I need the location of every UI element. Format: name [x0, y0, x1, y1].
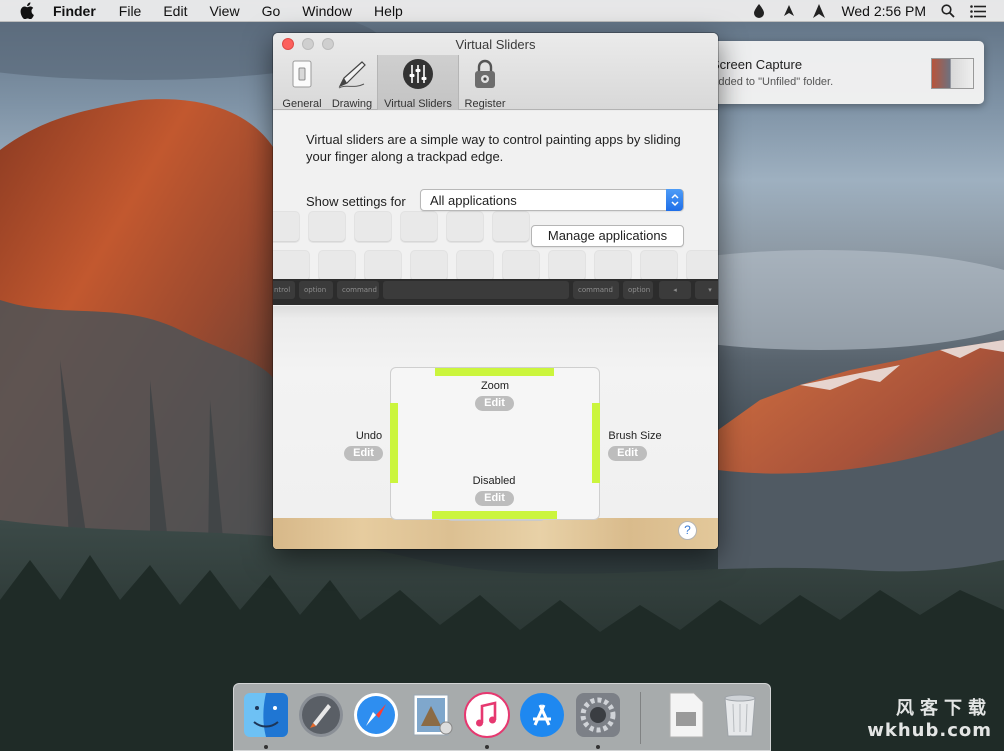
slider-bottom-label: Disabled: [472, 475, 516, 487]
key-command-left: command: [337, 281, 379, 299]
trash-icon: [720, 692, 760, 741]
virtual-sliders-window: Virtual Sliders General Drawing Virtual …: [273, 33, 718, 549]
dock-app-store[interactable]: [518, 692, 566, 740]
slider-bottom-edit-button[interactable]: Edit: [475, 491, 514, 506]
key-control: ntrol: [273, 281, 295, 299]
key-space: [383, 281, 569, 299]
slider-right-edit-button[interactable]: Edit: [608, 446, 647, 461]
tab-register[interactable]: Register: [460, 55, 510, 110]
menu-edit[interactable]: Edit: [163, 3, 187, 19]
notification-center-icon[interactable]: [970, 3, 986, 19]
slider-left-bar: [390, 403, 398, 483]
menu-view[interactable]: View: [209, 3, 239, 19]
key-command-right: command: [573, 281, 619, 299]
tab-register-label: Register: [464, 98, 506, 110]
apple-menu-icon[interactable]: [20, 2, 36, 19]
rocket-status-icon[interactable]: [781, 3, 797, 19]
drop-status-icon[interactable]: [751, 3, 767, 19]
app-store-icon: [519, 692, 565, 741]
dock-mail[interactable]: [407, 692, 455, 740]
window-toolbar: Virtual Sliders General Drawing Virtual …: [273, 33, 718, 110]
watermark: 风客下载 wkhub.com: [852, 694, 992, 742]
gear-icon: [575, 692, 621, 741]
key-option-right: option: [623, 281, 653, 299]
dock-itunes[interactable]: [463, 691, 511, 741]
key-option-left: option: [299, 281, 333, 299]
tab-drawing-label: Drawing: [331, 98, 373, 110]
menu-file[interactable]: File: [119, 3, 142, 19]
dock-separator: [640, 692, 641, 744]
battery-status-icon[interactable]: [811, 3, 827, 19]
help-button[interactable]: ?: [678, 521, 697, 540]
slider-right-label: Brush Size: [608, 430, 662, 442]
key-arrow-left: ◂: [659, 281, 691, 299]
menu-bar: Finder File Edit View Go Window Help Wed…: [0, 0, 1004, 22]
menu-finder[interactable]: Finder: [53, 3, 96, 19]
tab-virtual-sliders-label: Virtual Sliders: [384, 98, 452, 110]
dock-system-preferences[interactable]: [574, 692, 622, 740]
slider-top-bar: [435, 368, 554, 376]
sliders-icon: [402, 58, 434, 90]
safari-compass-icon: [353, 692, 399, 741]
slider-left-label: Undo: [355, 430, 383, 442]
screenshot-thumbnail: [931, 58, 974, 89]
watermark-line2: wkhub.com: [867, 720, 992, 741]
finder-icon: [243, 692, 289, 741]
tab-general-label: General: [282, 98, 322, 110]
watermark-line1: 风客下载: [896, 698, 992, 719]
tab-virtual-sliders[interactable]: Virtual Sliders: [377, 55, 459, 110]
itunes-running-indicator: [485, 745, 489, 749]
notification-title: Screen Capture: [711, 57, 803, 72]
tab-general[interactable]: General: [277, 55, 327, 110]
tab-drawing[interactable]: Drawing: [327, 55, 377, 110]
slider-bottom-bar: [432, 511, 557, 519]
spotlight-search-icon[interactable]: [940, 3, 956, 19]
application-select-value: All applications: [430, 193, 517, 208]
settings-content: ntrol option command command option ◂ ▾ …: [273, 111, 718, 549]
intro-text: Virtual sliders are a simple way to cont…: [306, 132, 681, 164]
chevron-updown-icon: [666, 189, 683, 211]
manage-applications-button[interactable]: Manage applications: [531, 225, 684, 247]
wood-surface: [273, 515, 718, 549]
mail-stamp-icon: [408, 692, 454, 741]
dock-finder[interactable]: [242, 692, 290, 740]
show-settings-label: Show settings for: [306, 194, 406, 209]
dock-document[interactable]: [662, 692, 710, 740]
document-file-icon: [666, 692, 706, 741]
keyboard-bottom-row: ntrol option command command option ◂ ▾: [273, 279, 718, 305]
padlock-icon: [469, 58, 501, 90]
notification-subtitle: Added to "Unfiled" folder.: [711, 76, 834, 88]
finder-running-indicator: [264, 745, 268, 749]
slider-left-edit-button[interactable]: Edit: [344, 446, 383, 461]
slider-right-bar: [592, 403, 600, 483]
menu-clock[interactable]: Wed 2:56 PM: [841, 3, 926, 19]
window-title: Virtual Sliders: [455, 37, 536, 52]
itunes-note-icon: [464, 691, 510, 741]
dock-safari[interactable]: [352, 692, 400, 740]
key-arrow-down: ▾: [695, 281, 718, 299]
application-select[interactable]: All applications: [420, 189, 684, 211]
dock: [233, 683, 771, 751]
slider-top-edit-button[interactable]: Edit: [475, 396, 514, 411]
general-switch-icon: [286, 58, 318, 90]
slider-top-label: Zoom: [480, 380, 510, 392]
dock-trash[interactable]: [716, 692, 764, 740]
launchpad-rocket-icon: [298, 692, 344, 741]
drawing-pen-icon: [336, 58, 368, 90]
menu-go[interactable]: Go: [262, 3, 281, 19]
system-preferences-running-indicator: [596, 745, 600, 749]
dock-launchpad[interactable]: [297, 692, 345, 740]
menu-window[interactable]: Window: [302, 3, 352, 19]
menu-help[interactable]: Help: [374, 3, 403, 19]
